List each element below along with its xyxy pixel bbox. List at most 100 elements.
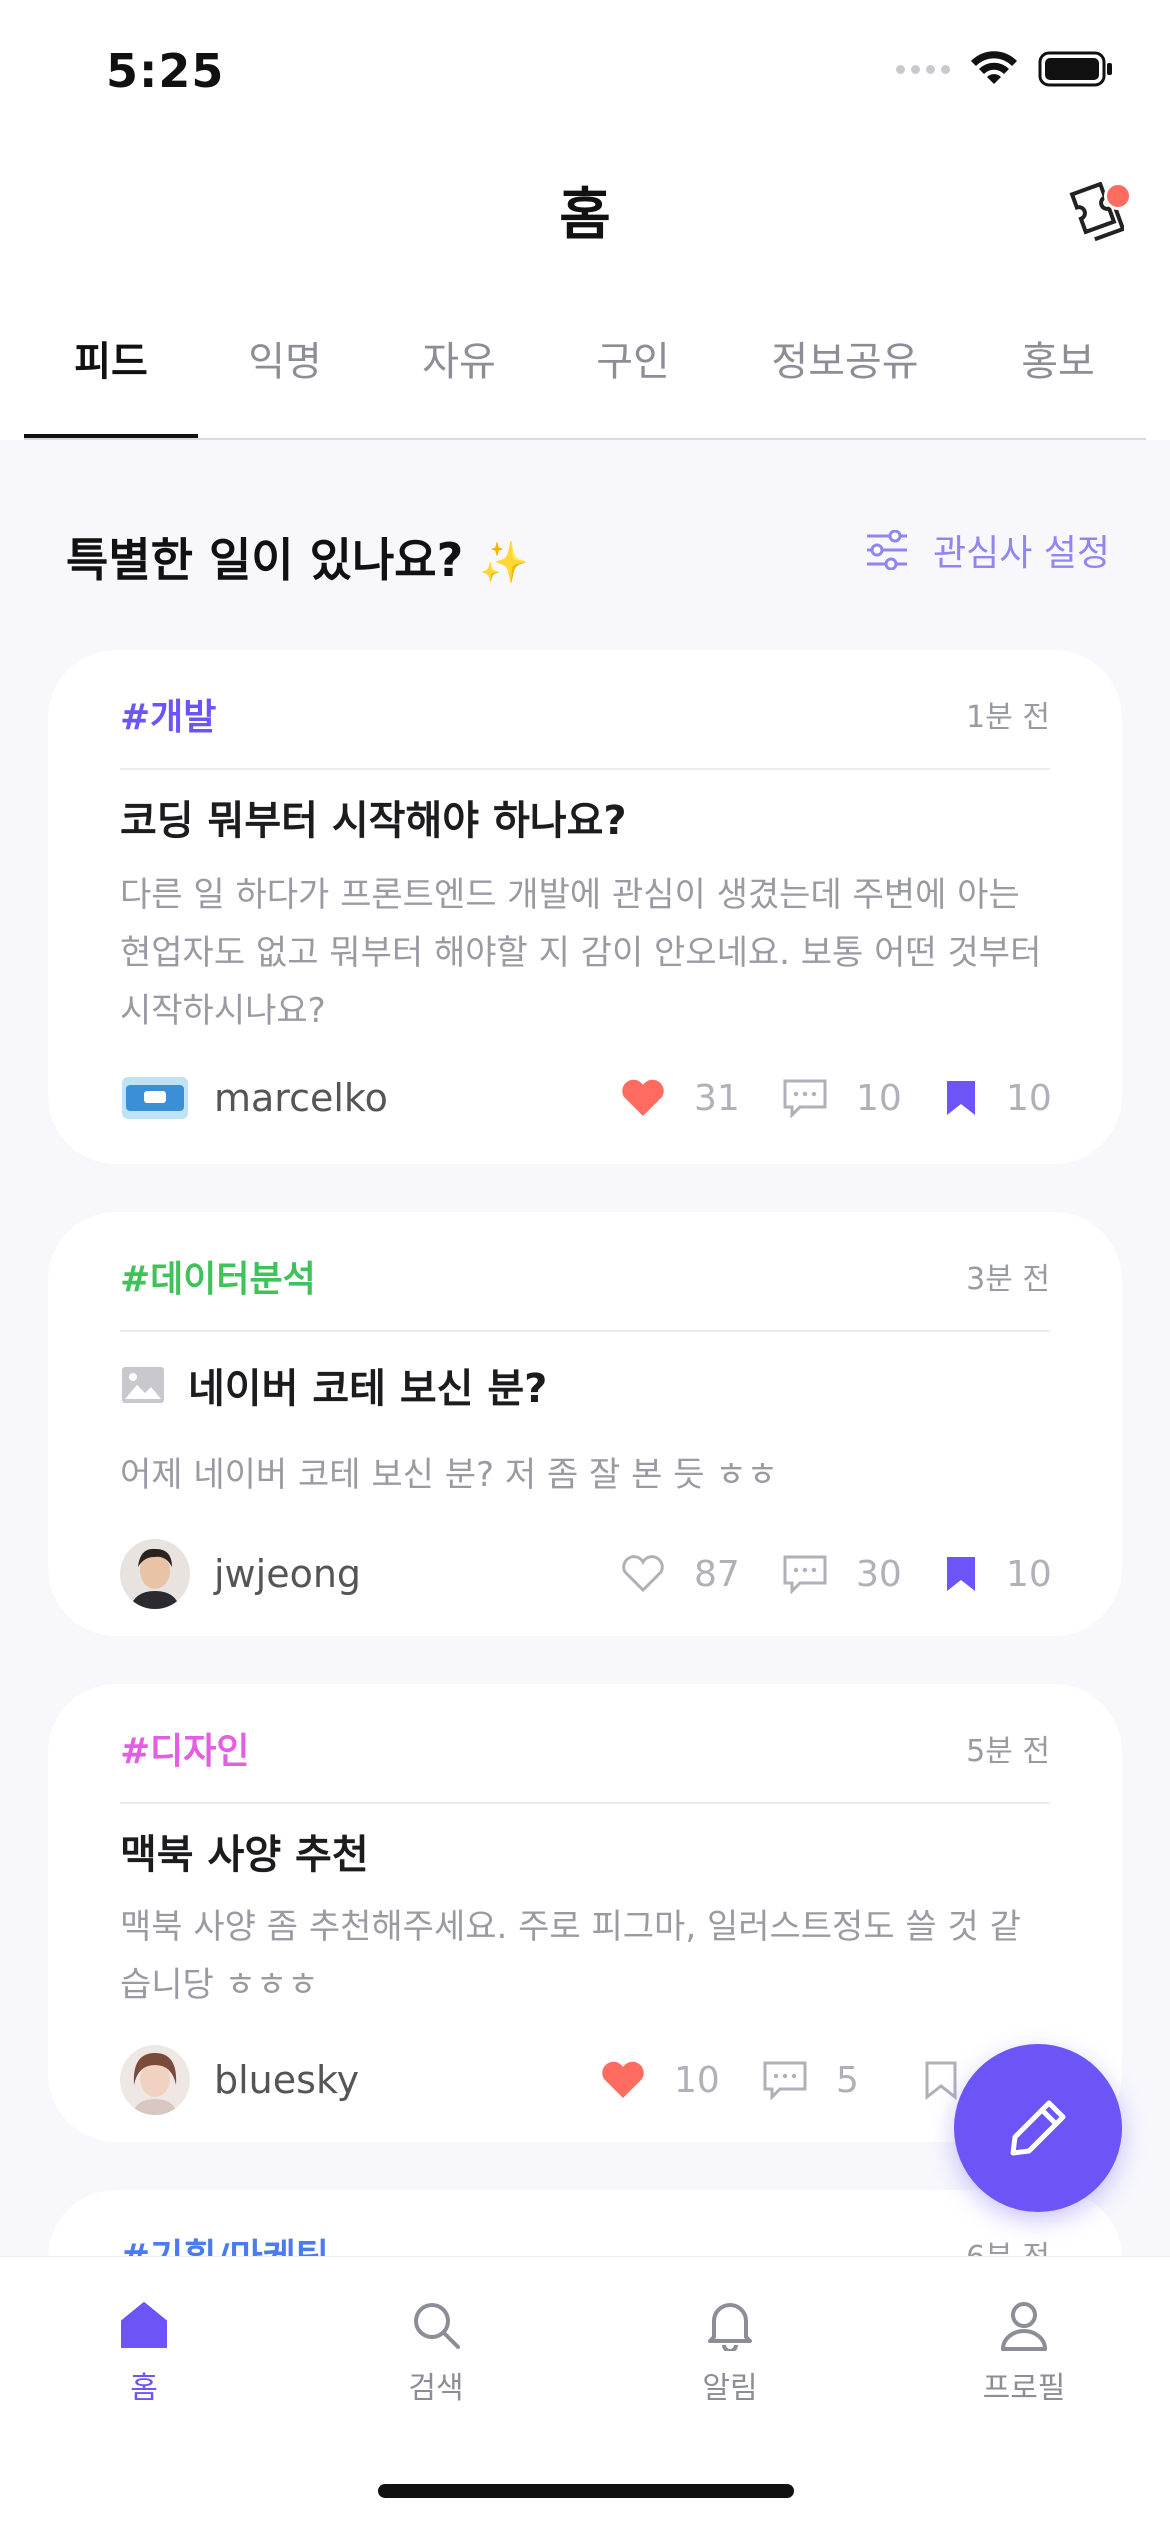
nav-notifications[interactable]: 알림 — [630, 2299, 830, 2407]
post-stats: 31 10 10 — [576, 1077, 1052, 1119]
post-header: #개발 1분 전 — [120, 688, 1050, 770]
avatar — [122, 1077, 188, 1119]
post-tag[interactable]: #디자인 — [120, 1722, 250, 1774]
nav-search[interactable]: 검색 — [336, 2299, 536, 2407]
post-footer: jwjeong 87 30 10 — [120, 1536, 1052, 1612]
post-body: 맥북 사양 좀 추천해주세요. 주로 피그마, 일러스트정도 쓸 것 같습니당 … — [120, 1907, 1021, 2005]
post-footer: bluesky 10 5 — [120, 2042, 1050, 2118]
comment-icon — [783, 1079, 827, 1118]
post-tag[interactable]: #개발 — [120, 688, 216, 740]
comment-button[interactable]: 5 — [762, 2060, 880, 2101]
search-icon — [414, 2303, 460, 2349]
comment-icon — [783, 1555, 827, 1594]
tab-divider — [24, 438, 1146, 440]
sliders-icon — [866, 530, 907, 570]
profile-icon — [1001, 2302, 1047, 2351]
tab-feed[interactable]: 피드 — [24, 300, 198, 440]
battery-icon — [1038, 51, 1112, 87]
status-icons — [896, 50, 1114, 88]
feed-prompt-text: 특별한 일이 있나요? — [66, 533, 464, 587]
post-card[interactable]: #개발 1분 전 코딩 뭐부터 시작해야 하나요? 다른 일 하다가 프론트엔드… — [48, 650, 1122, 1164]
bookmark-icon — [947, 1557, 975, 1591]
category-tabs: 피드 익명 자유 구인 정보공유 홍보 — [24, 300, 1146, 440]
status-time: 5:25 — [106, 44, 225, 98]
bookmark-outline-icon — [925, 2061, 957, 2100]
feed-prompt: 특별한 일이 있나요? ✨ — [66, 524, 529, 590]
post-body: 어제 네이버 코테 보신 분? 저 좀 잘 본 듯 ㅎㅎ — [120, 1455, 778, 1495]
post-time: 3분 전 — [966, 1262, 1050, 1297]
interest-settings-button[interactable]: 관심사 설정 — [865, 524, 1110, 576]
comment-button[interactable]: 10 — [782, 1077, 902, 1119]
post-time: 1분 전 — [966, 700, 1050, 735]
sparkles-icon: ✨ — [479, 540, 530, 586]
pencil-icon — [1010, 2100, 1066, 2156]
bell-icon — [708, 2303, 752, 2353]
signal-icon — [896, 64, 950, 74]
post-time: 5분 전 — [966, 1734, 1050, 1769]
post-title[interactable]: 네이버 코테 보신 분? — [120, 1356, 547, 1414]
heart-outline-icon — [622, 1555, 664, 1593]
post-title-text: 맥북 사양 추천 — [120, 1832, 369, 1878]
tab-info-share[interactable]: 정보공유 — [720, 300, 970, 440]
bookmark-count: 10 — [1006, 1077, 1052, 1119]
post-body: 다른 일 하다가 프론트엔드 개발에 관심이 생겼는데 주변에 아는 현업자도 … — [120, 875, 1042, 1031]
tab-anonymous[interactable]: 익명 — [198, 300, 372, 440]
author-name: marcelko — [214, 1076, 388, 1120]
author-name: jwjeong — [214, 1552, 362, 1596]
post-header: #디자인 5분 전 — [120, 1722, 1050, 1804]
post-title[interactable]: 맥북 사양 추천 — [120, 1822, 369, 1880]
image-icon — [122, 1367, 164, 1403]
tab-free[interactable]: 자유 — [372, 300, 546, 440]
like-count: 31 — [694, 1077, 740, 1119]
bookmark-button[interactable]: 10 — [944, 1077, 1052, 1119]
nav-profile-label: 프로필 — [982, 2371, 1066, 2406]
post-card[interactable]: #데이터분석 3분 전 네이버 코테 보신 분? 어제 네이버 코테 보신 분?… — [48, 1212, 1122, 1636]
like-button[interactable]: 10 — [600, 2059, 720, 2101]
nav-search-label: 검색 — [408, 2371, 464, 2406]
bookmark-button[interactable]: 10 — [944, 1553, 1052, 1595]
nav-notifications-label: 알림 — [702, 2371, 758, 2406]
like-count: 10 — [674, 2059, 720, 2101]
nav-home-label: 홈 — [130, 2371, 158, 2406]
comment-count: 5 — [836, 2059, 859, 2101]
comment-icon — [763, 2061, 807, 2100]
comment-button[interactable]: 30 — [782, 1553, 902, 1595]
nav-profile[interactable]: 프로필 — [924, 2299, 1124, 2407]
like-count: 87 — [694, 1553, 740, 1595]
like-button[interactable]: 31 — [620, 1077, 740, 1119]
heart-icon — [602, 2061, 644, 2098]
comment-count: 30 — [856, 1553, 902, 1595]
notification-badge — [1104, 182, 1132, 210]
post-stats: 87 30 10 — [576, 1553, 1052, 1595]
post-footer: marcelko 31 10 10 — [120, 1060, 1052, 1136]
wifi-icon — [971, 51, 1017, 84]
post-author[interactable]: marcelko — [120, 1073, 576, 1123]
avatar — [120, 1539, 190, 1609]
author-name: bluesky — [214, 2058, 360, 2102]
post-tag[interactable]: #데이터분석 — [120, 1250, 316, 1302]
interest-settings-label: 관심사 설정 — [932, 533, 1110, 574]
tab-promotion[interactable]: 홍보 — [970, 300, 1146, 440]
post-stats: 10 5 — [556, 2060, 958, 2101]
top-bar: 5:25 홈 피드 익명 자유 구인 정보공유 홍보 — [0, 0, 1170, 440]
write-post-button[interactable] — [954, 2044, 1122, 2212]
like-button[interactable]: 87 — [620, 1553, 740, 1595]
post-card[interactable]: #디자인 5분 전 맥북 사양 추천 맥북 사양 좀 추천해주세요. 주로 피그… — [48, 1684, 1122, 2142]
post-author[interactable]: bluesky — [120, 2045, 556, 2115]
bookmark-count: 10 — [1006, 1553, 1052, 1595]
bookmark-button[interactable] — [924, 2060, 958, 2100]
nav-home[interactable]: 홈 — [44, 2299, 244, 2407]
page-title: 홈 — [559, 183, 611, 248]
comment-count: 10 — [856, 1077, 902, 1119]
tab-recruit[interactable]: 구인 — [546, 300, 720, 440]
avatar — [120, 2045, 190, 2115]
post-author[interactable]: jwjeong — [120, 1539, 576, 1609]
post-title-text: 네이버 코테 보신 분? — [188, 1366, 548, 1412]
post-title-text: 코딩 뭐부터 시작해야 하나요? — [120, 798, 627, 844]
home-icon — [121, 2302, 167, 2348]
heart-icon — [622, 1079, 664, 1116]
home-indicator — [378, 2484, 794, 2498]
post-title[interactable]: 코딩 뭐부터 시작해야 하나요? — [120, 788, 627, 846]
bookmark-icon — [947, 1081, 975, 1115]
post-header: #데이터분석 3분 전 — [120, 1250, 1050, 1332]
